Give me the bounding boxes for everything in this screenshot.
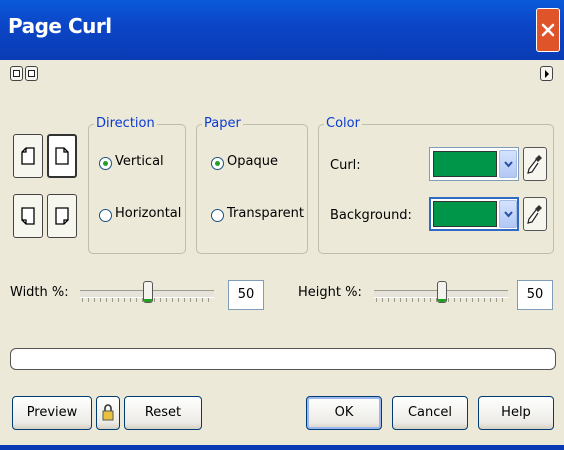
curl-bottom-left-icon bbox=[21, 207, 35, 225]
eyedropper-icon bbox=[527, 155, 542, 174]
color-group bbox=[318, 124, 554, 254]
title-bar[interactable]: Page Curl bbox=[0, 0, 564, 60]
curl-top-left-button[interactable] bbox=[13, 134, 43, 178]
background-color-swatch bbox=[433, 201, 497, 227]
curl-top-right-button[interactable] bbox=[47, 134, 77, 178]
close-button[interactable] bbox=[536, 8, 560, 52]
preview-mode-icon bbox=[13, 70, 20, 77]
flyout-menu-button[interactable] bbox=[540, 66, 553, 81]
transparent-radio[interactable] bbox=[211, 209, 224, 222]
reset-button[interactable]: Reset bbox=[124, 396, 202, 430]
progress-bar bbox=[10, 348, 556, 370]
cancel-button[interactable]: Cancel bbox=[392, 396, 468, 430]
height-slider-thumb[interactable] bbox=[437, 281, 447, 303]
height-input[interactable]: 50 bbox=[517, 280, 553, 310]
curl-top-left-icon bbox=[21, 147, 35, 165]
flyout-arrow-icon bbox=[545, 70, 549, 78]
lock-icon bbox=[102, 404, 114, 421]
close-icon bbox=[541, 23, 555, 37]
help-button[interactable]: Help bbox=[478, 396, 554, 430]
background-color-picker[interactable] bbox=[429, 197, 519, 231]
chevron-down-icon bbox=[504, 211, 513, 218]
curl-label: Curl: bbox=[330, 158, 361, 173]
vertical-label[interactable]: Vertical bbox=[115, 154, 164, 169]
curl-bottom-right-button[interactable] bbox=[47, 194, 77, 238]
ok-button[interactable]: OK bbox=[306, 396, 382, 430]
horizontal-label[interactable]: Horizontal bbox=[115, 206, 181, 221]
preview-button[interactable]: Preview bbox=[12, 396, 92, 430]
preview-mode-button-before-after[interactable] bbox=[10, 66, 23, 81]
chevron-down-icon bbox=[504, 161, 513, 168]
opaque-radio[interactable] bbox=[211, 157, 224, 170]
opaque-label[interactable]: Opaque bbox=[227, 154, 278, 169]
lock-preview-button[interactable] bbox=[96, 396, 120, 430]
curl-bottom-left-button[interactable] bbox=[13, 194, 43, 238]
background-eyedropper-button[interactable] bbox=[523, 197, 547, 231]
height-label: Height %: bbox=[298, 285, 362, 300]
curl-color-picker[interactable] bbox=[429, 147, 519, 181]
background-color-dropdown[interactable] bbox=[499, 200, 517, 228]
paper-group bbox=[196, 124, 308, 254]
color-legend: Color bbox=[324, 116, 362, 131]
width-slider-thumb[interactable] bbox=[143, 281, 153, 303]
paper-legend: Paper bbox=[202, 116, 243, 131]
width-label: Width %: bbox=[10, 285, 69, 300]
preview-mode-icon bbox=[28, 70, 35, 77]
width-input[interactable]: 50 bbox=[228, 280, 264, 310]
eyedropper-icon bbox=[527, 205, 542, 224]
direction-group bbox=[88, 124, 186, 254]
curl-color-dropdown[interactable] bbox=[499, 150, 517, 178]
direction-legend: Direction bbox=[94, 116, 157, 131]
curl-eyedropper-button[interactable] bbox=[523, 147, 547, 181]
window-bottom-border bbox=[0, 445, 564, 450]
preview-mode-button-result[interactable] bbox=[25, 66, 38, 81]
vertical-radio[interactable] bbox=[99, 157, 112, 170]
curl-top-right-icon bbox=[55, 147, 69, 165]
page-curl-dialog: Page Curl Direction Vertical Horizontal … bbox=[0, 0, 564, 450]
background-label: Background: bbox=[330, 208, 412, 223]
curl-color-swatch bbox=[433, 151, 497, 177]
window-title: Page Curl bbox=[8, 14, 112, 38]
transparent-label[interactable]: Transparent bbox=[227, 206, 304, 221]
curl-bottom-right-icon bbox=[55, 207, 69, 225]
horizontal-radio[interactable] bbox=[99, 209, 112, 222]
